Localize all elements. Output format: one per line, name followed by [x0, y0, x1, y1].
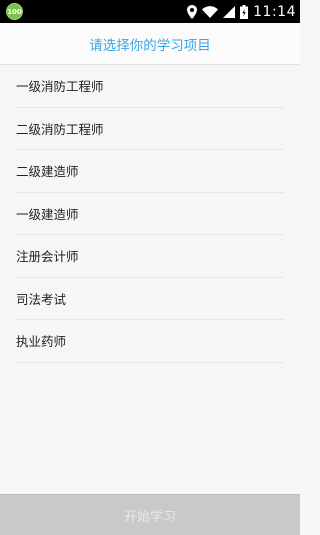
page-title: 请选择你的学习项目	[89, 37, 211, 54]
list-item-project-1[interactable]: 一级消防工程师	[16, 65, 284, 108]
list-item-project-5[interactable]: 注册会计师	[16, 235, 284, 278]
project-list: 一级消防工程师 二级消防工程师 二级建造师 一级建造师 注册会计师 司法考试 执…	[16, 65, 284, 363]
battery-level-text: 100	[7, 7, 22, 16]
app-screen: 100 11:14 请选择你的学习项目 一级消防工程师 二级消防工程师 二级建造…	[0, 0, 300, 535]
list-item-label: 一级建造师	[16, 206, 79, 222]
battery-icon	[240, 4, 249, 19]
start-learning-label: 开始学习	[123, 509, 176, 525]
status-bar: 100 11:14	[0, 0, 300, 23]
location-icon	[187, 4, 198, 19]
list-item-project-6[interactable]: 司法考试	[16, 278, 284, 320]
status-clock: 11:14	[253, 3, 296, 20]
list-item-project-2[interactable]: 二级消防工程师	[16, 108, 284, 150]
signal-icon	[223, 5, 236, 18]
start-learning-button[interactable]: 开始学习	[0, 494, 300, 535]
list-item-project-4[interactable]: 一级建造师	[16, 193, 284, 235]
wifi-icon	[202, 5, 219, 18]
page-header: 请选择你的学习项目	[0, 23, 300, 65]
list-item-project-7[interactable]: 执业药师	[16, 320, 284, 363]
list-item-label: 注册会计师	[16, 249, 79, 265]
list-item-label: 执业药师	[16, 334, 67, 350]
battery-level-badge: 100	[6, 3, 23, 20]
list-item-project-3[interactable]: 二级建造师	[16, 150, 284, 193]
list-item-label: 一级消防工程师	[16, 79, 104, 95]
list-item-label: 二级建造师	[16, 164, 79, 180]
list-item-label: 二级消防工程师	[16, 121, 104, 137]
list-item-label: 司法考试	[16, 291, 67, 307]
status-icons: 11:14	[187, 0, 296, 23]
